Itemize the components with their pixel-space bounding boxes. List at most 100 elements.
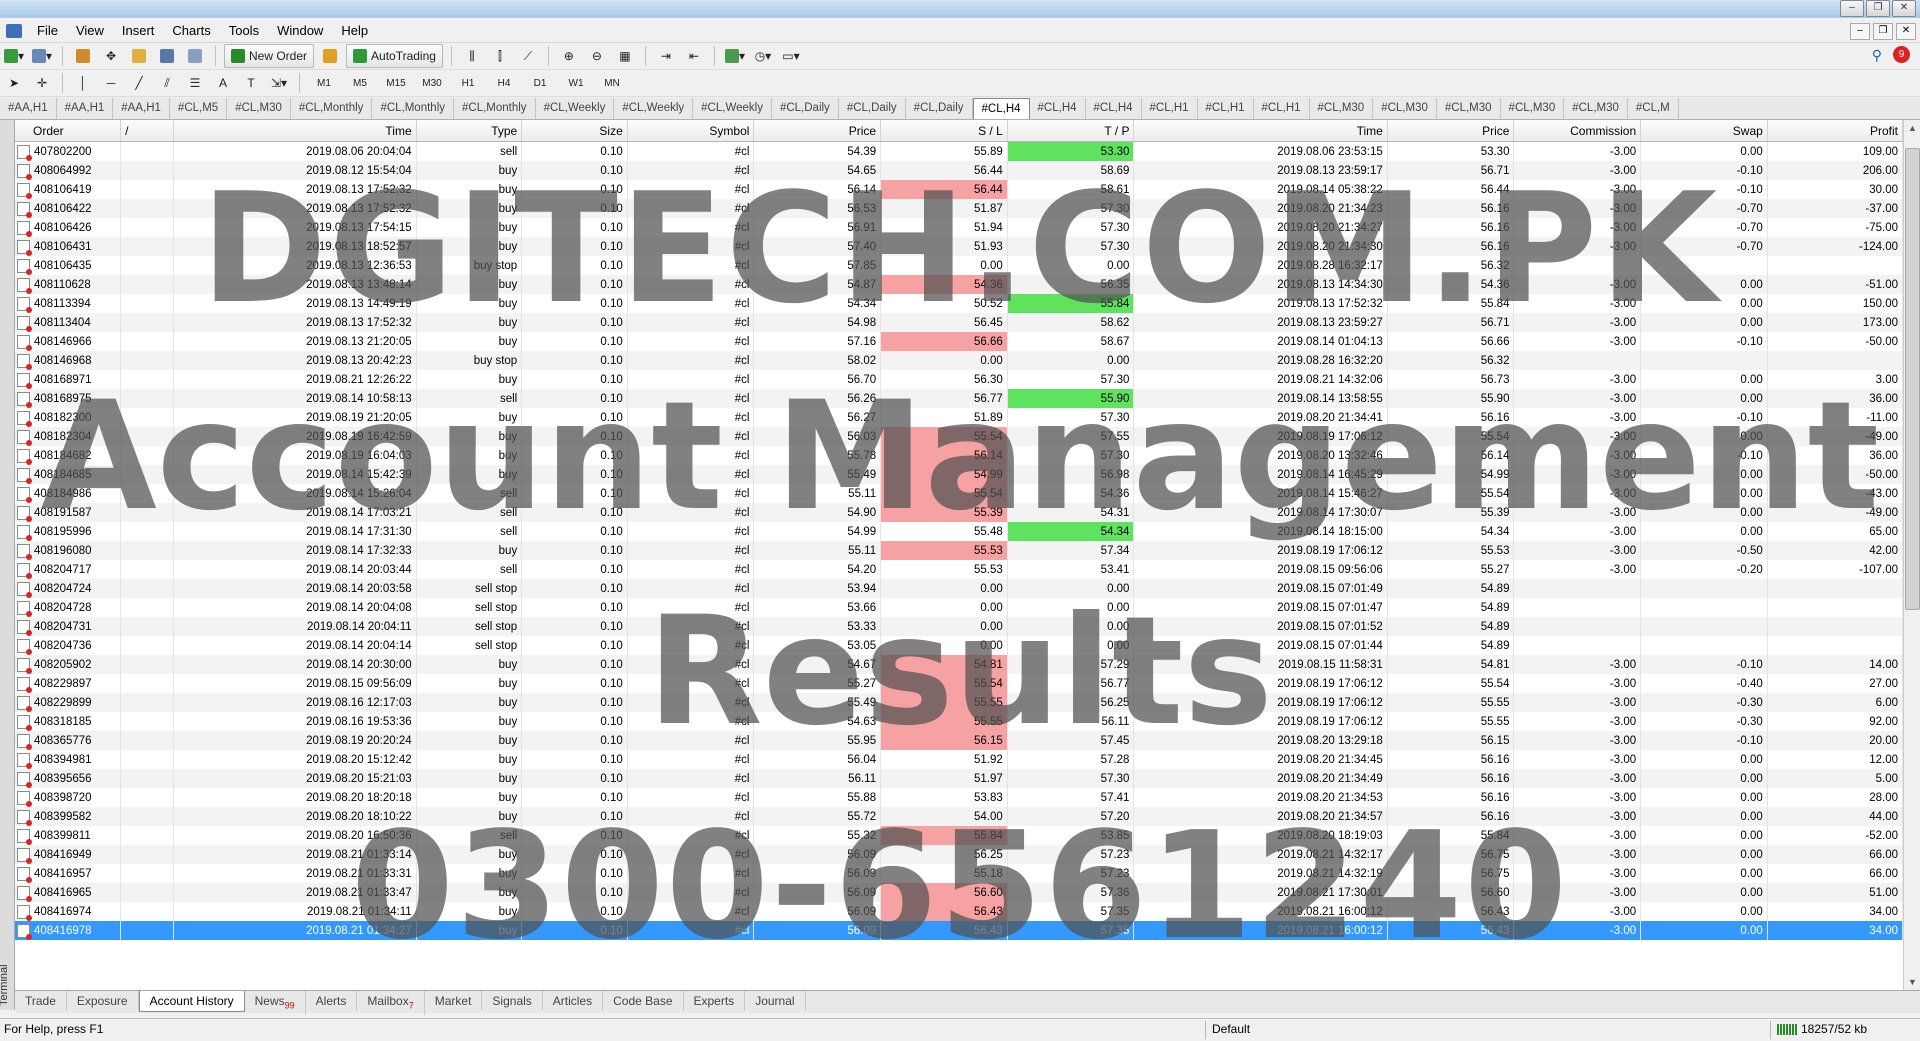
timeframe-w1[interactable]: W1	[560, 71, 592, 95]
zoom-out-icon[interactable]: ⊖	[585, 44, 609, 68]
chart-tab[interactable]: #CL,H4	[1086, 98, 1142, 119]
table-row[interactable]: 408399582 2019.08.20 18:10:22 buy 0.10 #cl 55…	[15, 807, 1903, 826]
table-row[interactable]: 407802200 2019.08.06 20:04:04 sell 0.10 #cl 5…	[15, 141, 1903, 161]
column-header[interactable]: T / P	[1007, 120, 1135, 142]
horizontal-line-icon[interactable]: ─	[99, 71, 123, 95]
chart-tab[interactable]: #AA,H1	[57, 98, 114, 119]
column-header[interactable]: Symbol	[627, 120, 755, 142]
tab-code-base[interactable]: Code Base	[603, 991, 684, 1011]
scroll-up-icon[interactable]: ▲	[1904, 120, 1920, 136]
menu-file[interactable]: File	[28, 20, 67, 42]
table-row[interactable]: 408395656 2019.08.20 15:21:03 buy 0.10 #cl 56…	[15, 769, 1903, 788]
column-header[interactable]: Size	[521, 120, 628, 142]
column-header[interactable]: Order	[15, 120, 122, 142]
timeframe-m5[interactable]: M5	[344, 71, 376, 95]
tab-account-history[interactable]: Account History	[138, 991, 245, 1012]
candlestick-icon[interactable]: ⫿	[488, 44, 512, 68]
table-row[interactable]: 408416965 2019.08.21 01:33:47 buy 0.10 #cl 56…	[15, 883, 1903, 902]
table-row[interactable]: 408205902 2019.08.14 20:30:00 buy 0.10 #cl 54…	[15, 655, 1903, 674]
restore-icon[interactable]: ❐	[1866, 0, 1890, 17]
navigator-icon[interactable]	[127, 44, 151, 68]
table-row[interactable]: 408146966 2019.08.13 21:20:05 buy 0.10 #cl 57…	[15, 332, 1903, 351]
column-header[interactable]: Time	[173, 120, 417, 142]
timeframe-d1[interactable]: D1	[524, 71, 556, 95]
chart-tab[interactable]: #CL,M30	[1373, 98, 1437, 119]
text-label-icon[interactable]: T	[239, 71, 263, 95]
shapes-icon[interactable]: ⇲▾	[267, 71, 291, 95]
tab-experts[interactable]: Experts	[684, 991, 746, 1011]
table-row[interactable]: 408064992 2019.08.12 15:54:04 buy 0.10 #cl 54…	[15, 161, 1903, 180]
notification-badge[interactable]: 9	[1893, 46, 1910, 63]
new-chart-icon[interactable]: ▾	[2, 44, 26, 68]
table-row[interactable]: 408229897 2019.08.15 09:56:09 buy 0.10 #cl 55…	[15, 674, 1903, 693]
tab-news[interactable]: News99	[245, 991, 306, 1016]
chart-tab[interactable]: #CL,M30	[1564, 98, 1628, 119]
timeframe-h4[interactable]: H4	[488, 71, 520, 95]
indicators-icon[interactable]: ▾	[723, 44, 747, 68]
table-row[interactable]: 408416974 2019.08.21 01:34:11 buy 0.10 #cl 56…	[15, 902, 1903, 921]
table-row[interactable]: 408416957 2019.08.21 01:33:31 buy 0.10 #cl 56…	[15, 864, 1903, 883]
vertical-line-icon[interactable]: │	[71, 71, 95, 95]
tab-articles[interactable]: Articles	[543, 991, 604, 1011]
autoscroll-icon[interactable]: ⇤	[682, 44, 706, 68]
tile-windows-icon[interactable]: ▦	[613, 44, 637, 68]
profiles-icon[interactable]: ▾	[30, 44, 54, 68]
mdi-minimize-icon[interactable]: –	[1850, 23, 1870, 40]
chart-tab[interactable]: #CL,H1	[1254, 98, 1310, 119]
chart-tab[interactable]: #CL,Monthly	[372, 98, 454, 119]
menu-view[interactable]: View	[67, 20, 113, 42]
menu-help[interactable]: Help	[332, 20, 377, 42]
table-row[interactable]: 408106431 2019.08.13 18:52:57 buy 0.10 #cl 57…	[15, 237, 1903, 256]
column-header[interactable]: Price	[753, 120, 882, 142]
table-row[interactable]: 408146968 2019.08.13 20:42:23 buy stop 0.10…	[15, 351, 1903, 370]
search-icon[interactable]: ⚲	[1872, 47, 1882, 64]
chart-tab[interactable]: #CL,M30	[1310, 98, 1374, 119]
periods-icon[interactable]: ◷▾	[751, 44, 775, 68]
timeframe-mn[interactable]: MN	[596, 71, 628, 95]
terminal-icon[interactable]	[155, 44, 179, 68]
table-row[interactable]: 408182304 2019.08.19 16:42:59 buy 0.10 #cl 56…	[15, 427, 1903, 446]
mdi-restore-icon[interactable]: ❐	[1873, 23, 1893, 40]
table-row[interactable]: 408168971 2019.08.21 12:26:22 buy 0.10 #cl 56…	[15, 370, 1903, 389]
column-header[interactable]: Commission	[1513, 120, 1642, 142]
chart-tab[interactable]: #CL,M5	[170, 98, 228, 119]
table-row[interactable]: 408416978 2019.08.21 01:34:27 buy 0.10 #cl 56…	[15, 921, 1903, 940]
chart-shift-icon[interactable]: ⇥	[654, 44, 678, 68]
timeframe-m30[interactable]: M30	[416, 71, 448, 95]
table-row[interactable]: 408113394 2019.08.13 14:49:19 buy 0.10 #cl 54…	[15, 294, 1903, 313]
chart-tab[interactable]: #CL,Daily	[772, 98, 839, 119]
chart-tab[interactable]: #CL,M	[1628, 98, 1679, 119]
tab-alerts[interactable]: Alerts	[306, 991, 358, 1011]
column-header[interactable]: Type	[416, 120, 523, 142]
chart-tab[interactable]: #CL,H1	[1142, 98, 1198, 119]
chart-tab[interactable]: #CL,Monthly	[454, 98, 536, 119]
channel-icon[interactable]: ⫽	[155, 71, 179, 95]
column-header[interactable]: Profit	[1767, 120, 1903, 142]
table-row[interactable]: 408113404 2019.08.13 17:52:32 buy 0.10 #cl 54…	[15, 313, 1903, 332]
timeframe-m15[interactable]: M15	[380, 71, 412, 95]
table-row[interactable]: 408106419 2019.08.13 17:52:32 buy 0.10 #cl 56…	[15, 180, 1903, 199]
market-watch-icon[interactable]	[71, 44, 95, 68]
table-row[interactable]: 408106435 2019.08.13 12:36:53 buy stop 0.10…	[15, 256, 1903, 275]
table-row[interactable]: 408168975 2019.08.14 10:58:13 sell 0.10 #cl 5…	[15, 389, 1903, 408]
table-row[interactable]: 408399811 2019.08.20 16:50:36 sell 0.10 #cl 5…	[15, 826, 1903, 845]
menu-charts[interactable]: Charts	[163, 20, 219, 42]
chart-tab[interactable]: #CL,Monthly	[291, 98, 373, 119]
minimize-icon[interactable]: –	[1840, 0, 1864, 17]
chart-tab[interactable]: #CL,Weekly	[693, 98, 772, 119]
timeframe-h1[interactable]: H1	[452, 71, 484, 95]
menu-window[interactable]: Window	[268, 20, 332, 42]
cursor-icon[interactable]: ➤	[2, 71, 26, 95]
table-row[interactable]: 408184685 2019.08.14 15:42:39 buy 0.10 #cl 55…	[15, 465, 1903, 484]
templates-icon[interactable]: ▭▾	[779, 44, 803, 68]
chart-tab[interactable]: #CL,M30	[1437, 98, 1501, 119]
metaeditor-icon[interactable]	[318, 44, 342, 68]
column-header[interactable]: /	[120, 120, 174, 142]
chart-tab[interactable]: #CL,M30	[227, 98, 291, 119]
table-row[interactable]: 408191587 2019.08.14 17:03:21 sell 0.10 #cl 5…	[15, 503, 1903, 522]
chart-tab[interactable]: #CL,Daily	[839, 98, 906, 119]
menu-tools[interactable]: Tools	[220, 20, 268, 42]
trendline-icon[interactable]: ╱	[127, 71, 151, 95]
close-icon[interactable]: ✕	[1892, 0, 1916, 17]
strategy-tester-icon[interactable]	[183, 44, 207, 68]
